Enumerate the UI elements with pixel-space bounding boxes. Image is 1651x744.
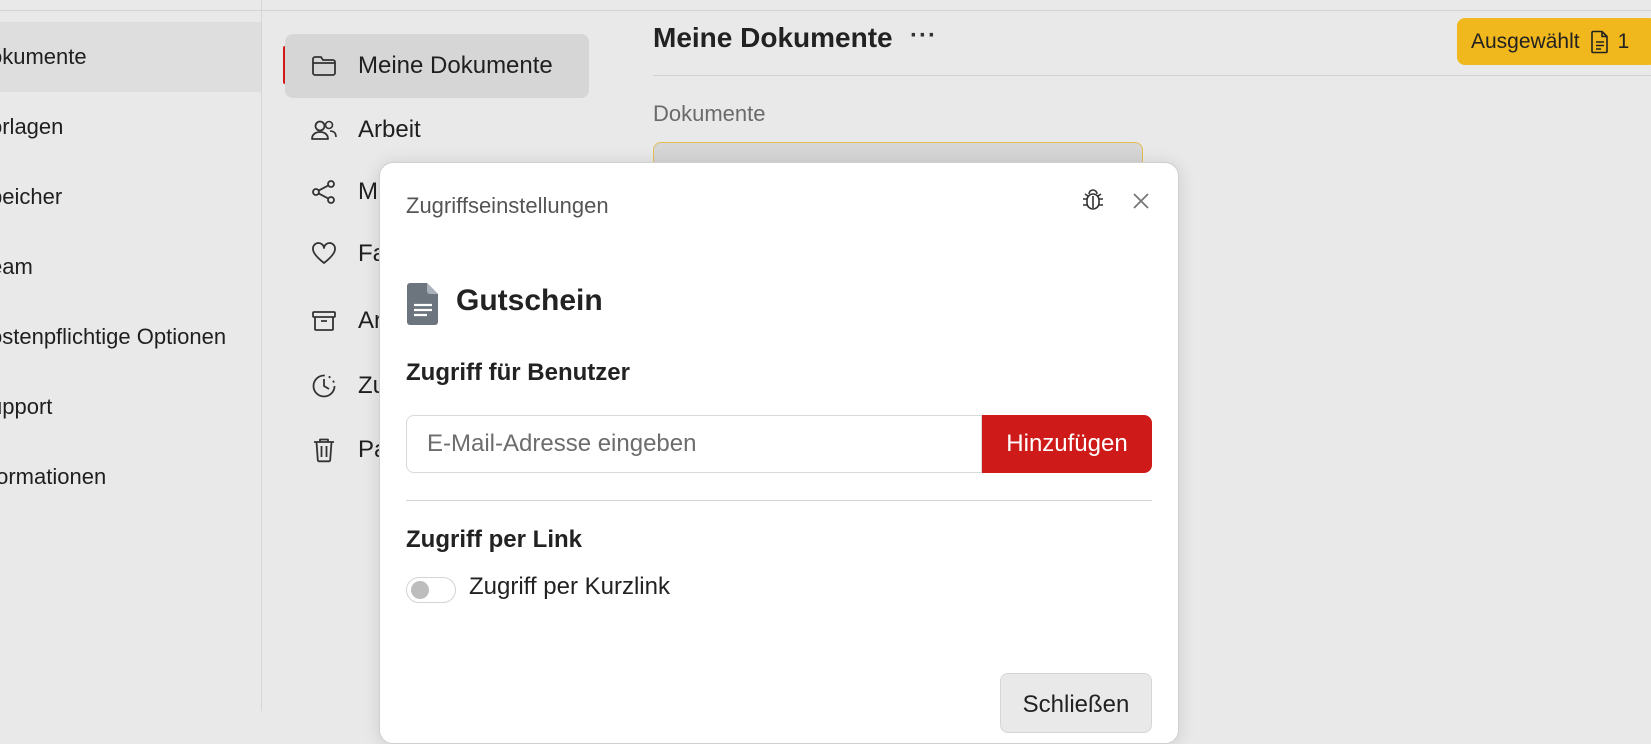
sidebar-item-speicher[interactable]: peicher [0,162,261,232]
sidebar-item-dokumente[interactable]: okumente [0,22,261,92]
heart-icon [310,240,338,268]
add-button[interactable]: Hinzufügen [982,415,1152,473]
share-icon [310,178,338,206]
nav-item-arbeit[interactable]: Arbeit [285,98,589,162]
close-icon[interactable] [1125,185,1157,217]
bug-icon[interactable] [1077,185,1109,217]
users-icon [310,116,338,144]
clock-icon [310,372,338,400]
email-input[interactable] [406,415,982,473]
selected-button[interactable]: Ausgewählt 1 [1457,18,1651,65]
sidebar-item-informationen[interactable]: formationen [0,442,261,512]
main-sidebar: okumente orlagen peicher eam ostenpflich… [0,0,262,711]
selected-label: Ausgewählt [1471,29,1580,53]
sidebar-item-kostenpflichtige-optionen[interactable]: ostenpflichtige Optionen [0,302,261,372]
document-icon [1590,30,1610,54]
shortlink-toggle-label: Zugriff per Kurzlink [469,573,670,600]
nav-item-meine-dokumente[interactable]: Meine Dokumente [285,34,589,98]
divider [406,500,1152,501]
sidebar-item-label: formationen [0,464,107,489]
sidebar-item-support[interactable]: upport [0,372,261,442]
divider [653,75,1651,76]
trash-icon [310,436,338,464]
shortlink-toggle[interactable] [406,577,456,603]
nav-item-label: Arbeit [358,116,421,143]
access-settings-dialog: Zugriffseinstellungen Gutschein Zugriff … [379,162,1179,744]
link-access-heading: Zugriff per Link [406,526,582,553]
close-button[interactable]: Schließen [1000,673,1152,733]
sidebar-item-label: peicher [0,184,63,209]
nav-item-label: M [358,178,378,205]
sidebar-item-vorlagen[interactable]: orlagen [0,92,261,162]
more-options-button[interactable]: ··· [910,22,937,50]
file-text-icon [406,283,440,330]
nav-item-label: Meine Dokumente [358,52,553,79]
sidebar-item-label: ostenpflichtige Optionen [0,324,227,349]
folder-icon [310,52,338,80]
selected-count: 1 [1617,29,1630,53]
user-access-heading: Zugriff für Benutzer [406,359,630,386]
toggle-knob [411,581,429,599]
document-name: Gutschein [456,284,603,317]
sidebar-item-label: orlagen [0,114,64,139]
dialog-title: Zugriffseinstellungen [406,193,609,218]
sidebar-item-team[interactable]: eam [0,232,261,302]
section-label: Dokumente [653,101,766,126]
sidebar-item-label: upport [0,394,53,419]
sidebar-item-label: eam [0,254,33,279]
sidebar-item-label: okumente [0,44,87,69]
archive-icon [310,307,338,335]
page-title: Meine Dokumente [653,22,893,53]
